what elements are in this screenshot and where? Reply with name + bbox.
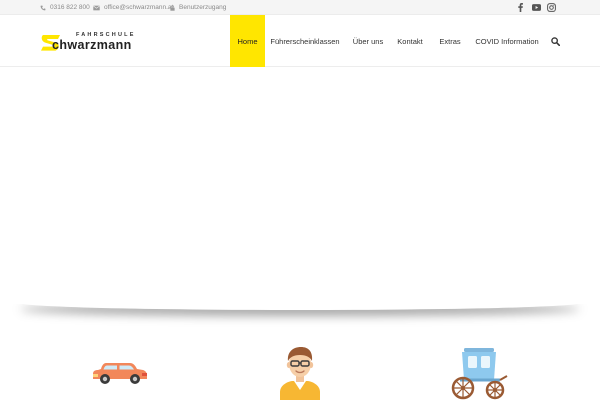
nav-item-extras[interactable]: Extras <box>435 15 465 67</box>
search-button[interactable] <box>548 15 562 67</box>
topbar-email[interactable]: office@schwarzmann.at <box>93 0 173 15</box>
carriage-icon <box>451 348 508 400</box>
top-bar: 0316 822 800 office@schwarzmann.at Benut… <box>0 0 600 15</box>
car-icon <box>93 363 147 384</box>
feature-carriage[interactable] <box>450 346 508 400</box>
login-link: Benutzerzugang <box>179 4 227 11</box>
facebook-icon <box>517 2 523 12</box>
phone-icon <box>40 5 46 10</box>
hero-slider <box>0 68 600 304</box>
instructor-icon <box>280 347 320 400</box>
youtube-icon <box>531 3 541 11</box>
logo-main-word: chwarzmann <box>52 38 132 52</box>
nav-item-home[interactable]: Home <box>230 15 265 67</box>
topbar-phone[interactable]: 0316 822 800 <box>40 0 90 15</box>
facebook-link[interactable] <box>514 1 526 13</box>
nav-item-covid-information[interactable]: COVID Information <box>473 15 541 67</box>
phone-number: 0316 822 800 <box>50 4 90 11</box>
lock-icon <box>170 4 175 11</box>
topbar-login[interactable]: Benutzerzugang <box>170 0 226 15</box>
envelope-icon <box>93 5 100 10</box>
feature-car[interactable] <box>92 360 148 391</box>
email-address: office@schwarzmann.at <box>104 4 174 11</box>
feature-instructor[interactable] <box>272 344 328 400</box>
nav-item-fuehrerscheinklassen[interactable]: Führerscheinklassen <box>270 15 340 67</box>
instagram-link[interactable] <box>545 1 557 13</box>
nav-item-kontakt[interactable]: Kontakt <box>393 15 427 67</box>
nav-item-ueber-uns[interactable]: Über uns <box>350 15 386 67</box>
site-header: FAHRSCHULE chwarzmann Home Führerscheink… <box>0 15 600 67</box>
search-icon <box>550 36 560 46</box>
site-logo[interactable]: FAHRSCHULE chwarzmann <box>40 32 165 54</box>
instagram-icon <box>546 2 556 12</box>
youtube-link[interactable] <box>530 1 542 13</box>
